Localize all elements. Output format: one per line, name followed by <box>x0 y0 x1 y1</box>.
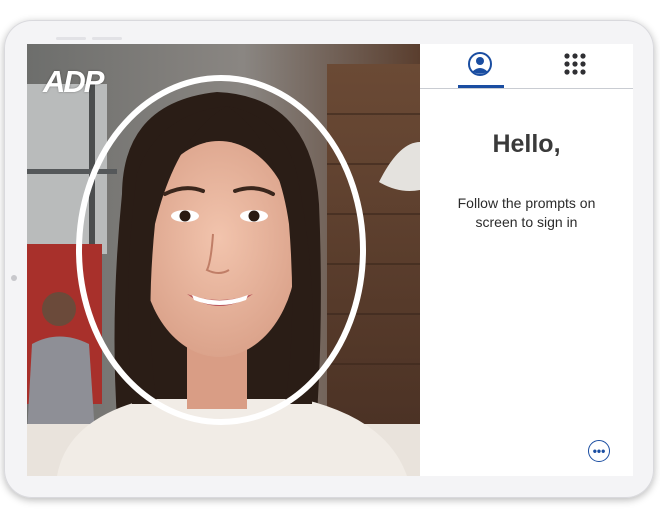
active-tab-indicator <box>458 85 504 88</box>
screen: ADP Hello, Follow the prompts on screen … <box>27 44 633 476</box>
keypad-icon <box>564 52 586 80</box>
more-options-icon: ••• <box>592 444 606 458</box>
more-options-button[interactable]: ••• <box>588 440 610 462</box>
tab-face-sign-in[interactable] <box>450 44 510 88</box>
tab-keypad-sign-in[interactable] <box>545 44 605 88</box>
top-button <box>92 37 122 40</box>
top-button <box>56 37 86 40</box>
camera-view: ADP <box>27 44 420 476</box>
home-button <box>11 275 17 281</box>
sign-in-panel: Hello, Follow the prompts on screen to s… <box>420 44 633 476</box>
adp-logo: ADP <box>43 64 104 99</box>
sign-in-instructions: Follow the prompts on screen to sign in <box>457 195 596 230</box>
tab-bar <box>420 44 633 89</box>
greeting-heading: Hello, <box>492 130 561 158</box>
camera-feed-image <box>27 44 420 476</box>
person-icon <box>468 51 492 81</box>
